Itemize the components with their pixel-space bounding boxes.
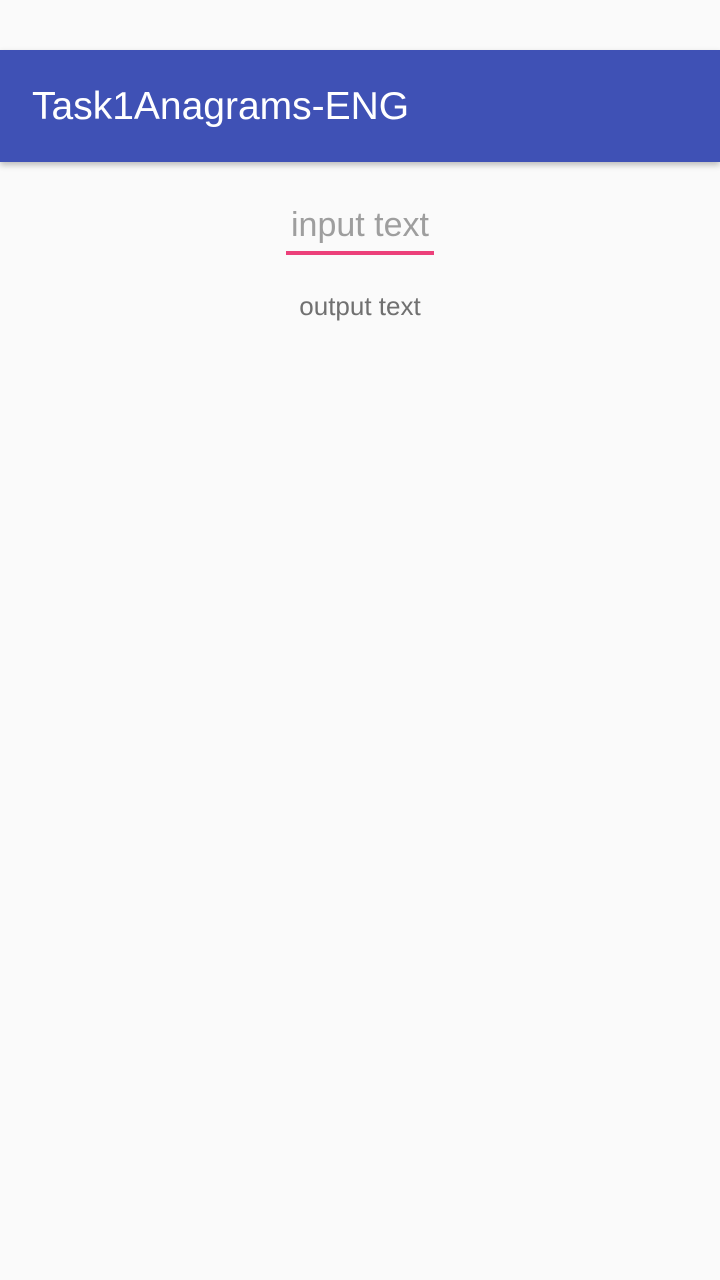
input-underline	[286, 251, 434, 255]
text-input[interactable]	[286, 200, 434, 250]
status-bar	[0, 0, 720, 50]
app-bar: Task1Anagrams-ENG	[0, 50, 720, 162]
output-text: output text	[299, 291, 421, 321]
app-title: Task1Anagrams-ENG	[32, 85, 410, 128]
main-content: output text	[0, 162, 720, 1280]
screen: Task1Anagrams-ENG output text	[0, 0, 720, 1280]
input-container	[286, 200, 434, 256]
